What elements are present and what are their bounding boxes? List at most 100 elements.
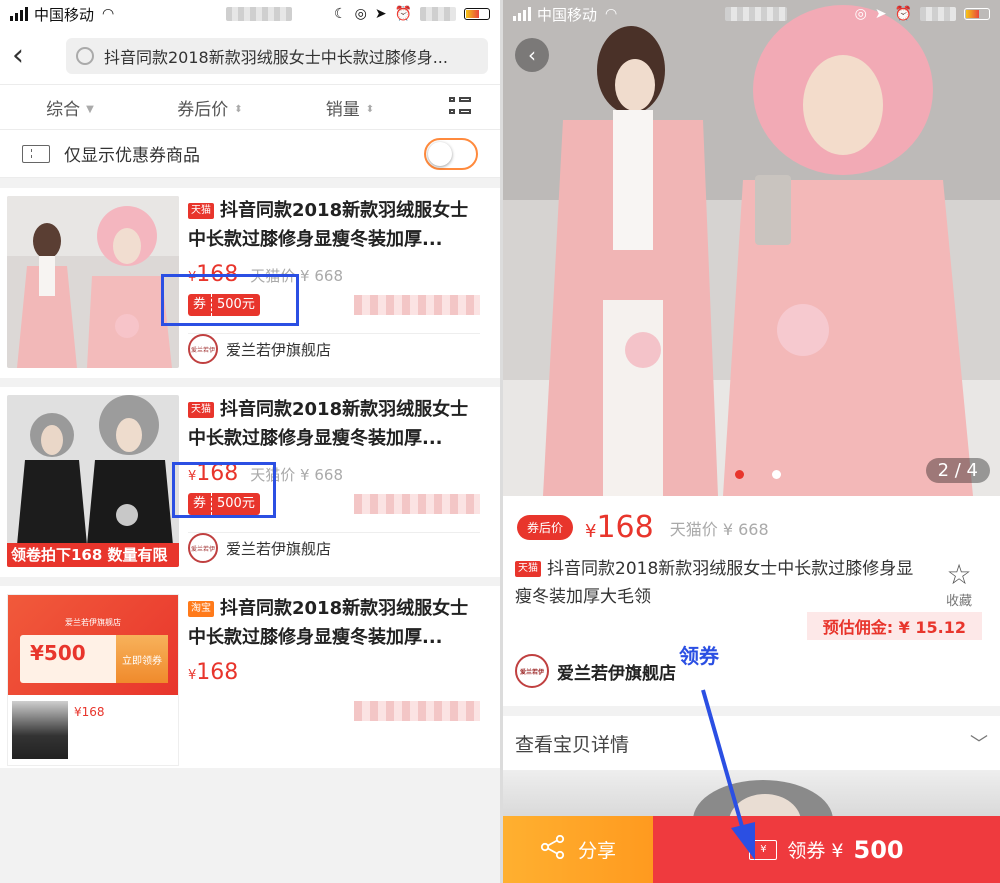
search-input[interactable]: 抖音同款2018新款羽绒服女士中长款过膝修身... [66, 38, 488, 74]
share-icon [540, 834, 566, 864]
chevron-down-icon: ﹀ [970, 734, 988, 755]
shop-logo: 爱兰若伊 [515, 654, 549, 688]
search-header: ‹ 抖音同款2018新款羽绒服女士中长款过膝修身... [0, 28, 500, 84]
shop-name: 爱兰若伊旗舰店 [557, 663, 676, 684]
coupon-filter-toggle[interactable] [424, 137, 478, 170]
product-gallery[interactable] [503, 0, 1000, 496]
shop-logo: 爱兰若伊 [188, 334, 218, 364]
shop-name: 爱兰若伊旗舰店 [226, 539, 332, 558]
product-title: 天猫 抖音同款2018新款羽绒服女士中长款过膝修身显瘦冬装加厚... [188, 200, 469, 250]
coupon-highlight-box [172, 462, 276, 518]
list-view-icon [449, 97, 471, 117]
sort-updown-icon: ⬍ [365, 104, 375, 115]
battery-icon [464, 8, 490, 20]
coupon-filter-row: 仅显示优惠券商品 [0, 130, 500, 178]
shop-link[interactable]: 爱兰若伊 爱兰若伊旗舰店 [188, 533, 331, 563]
coupon-icon [22, 144, 50, 163]
promo-banner: 领卷拍下168 数量有限 [7, 543, 179, 567]
detail-price: ¥168 [585, 510, 654, 545]
search-icon [76, 47, 94, 65]
sort-label: 综合 [46, 99, 81, 120]
platform-badge: 天猫 [188, 203, 214, 219]
battery-icon [964, 8, 990, 20]
wifi-icon: ◠ [605, 6, 618, 22]
product-detail-screen: 中国移动 ◠ ◎ ➤ ⏰ ‹ 2 / 4 券后价 ¥168 天猫价 ¥ 668 … [503, 0, 1000, 883]
sort-tab-sales[interactable]: 销量 ⬍ [280, 95, 420, 120]
rotation-lock-icon: ◎ [854, 6, 867, 22]
claim-label: 领券 ¥ [787, 840, 844, 862]
status-bar: 中国移动 ◠ ☾ ◎ ➤ ⏰ [0, 0, 500, 28]
shop-link[interactable]: 爱兰若伊 爱兰若伊旗舰店 [188, 334, 331, 364]
section-divider [503, 706, 1000, 716]
alarm-icon: ⏰ [894, 6, 912, 22]
shop-name: 爱兰若伊旗舰店 [226, 340, 332, 359]
sort-label: 券后价 [177, 99, 229, 120]
rotation-lock-icon: ◎ [354, 6, 367, 22]
promo-price: ¥168 [74, 705, 105, 719]
coupon-promo-image: 爱兰若伊旗舰店 ¥500 立即领券 ¥168 [7, 594, 179, 766]
blurred-time [725, 7, 787, 21]
location-icon: ➤ [374, 6, 387, 22]
favorite-label: 收藏 [945, 594, 972, 609]
wifi-icon: ◠ [102, 6, 115, 22]
product-price: ¥168 [188, 660, 239, 685]
blurred-battery-pct [920, 7, 956, 21]
back-button[interactable]: ‹ [515, 38, 549, 72]
product-title: 淘宝 抖音同款2018新款羽绒服女士中长款过膝修身显瘦冬装加厚... [188, 598, 469, 648]
share-button[interactable]: 分享 [503, 816, 653, 883]
coupon-icon: ¥ [749, 839, 778, 860]
product-image [7, 196, 179, 368]
platform-badge: 天猫 [188, 402, 214, 418]
promo-thumbnail [12, 701, 68, 759]
view-details-label: 查看宝贝详情 [515, 733, 630, 756]
carrier-label: 中国移动 [34, 5, 95, 24]
alarm-icon: ⏰ [394, 6, 412, 22]
product-image: 领卷拍下168 数量有限 [7, 395, 179, 567]
tmall-price: 天猫价 ¥ 668 [669, 519, 769, 539]
after-coupon-badge: 券后价 [517, 515, 574, 540]
moon-icon: ☾ [334, 6, 347, 22]
signal-icon [10, 7, 28, 21]
back-button[interactable]: ‹ [12, 41, 42, 71]
product-title: 天猫 抖音同款2018新款羽绒服女士中长款过膝修身显瘦冬装加厚... [188, 399, 469, 449]
sort-bar: 综合 ▼ 券后价 ⬍ 销量 ⬍ [0, 84, 500, 130]
sort-tab-comprehensive[interactable]: 综合 ▼ [0, 95, 140, 120]
sort-tab-price[interactable]: 券后价 ⬍ [140, 95, 280, 120]
coupon-highlight-box [161, 274, 299, 326]
shop-link[interactable]: 爱兰若伊 爱兰若伊旗舰店 [515, 654, 676, 688]
view-details-row[interactable]: 查看宝贝详情 ﹀ [503, 716, 1000, 770]
detail-image-preview [503, 770, 1000, 820]
dot [772, 470, 781, 479]
location-icon: ➤ [874, 6, 887, 22]
promo-amount: ¥500 [30, 641, 86, 665]
caret-down-icon: ▼ [86, 104, 94, 115]
commission-badge: 预估佣金: ¥ 15.12 [806, 612, 982, 640]
platform-badge: 天猫 [515, 561, 541, 577]
shop-logo: 爱兰若伊 [188, 533, 218, 563]
blurred-battery-pct [420, 7, 456, 21]
star-icon: ☆ [946, 558, 972, 591]
claim-amount: 500 [853, 835, 904, 864]
blurred-commission [354, 295, 480, 315]
blurred-time [226, 7, 292, 21]
annotation-label: 领券 [679, 644, 719, 668]
layout-toggle-button[interactable] [420, 97, 500, 117]
coupon-filter-label: 仅显示优惠券商品 [64, 146, 200, 166]
blurred-commission [354, 494, 480, 514]
claim-coupon-button[interactable]: ¥ 领券 ¥ 500 [653, 816, 1000, 883]
gallery-page-indicator: 2 / 4 [925, 458, 990, 483]
share-label: 分享 [577, 840, 616, 862]
search-query: 抖音同款2018新款羽绒服女士中长款过膝修身... [104, 48, 448, 67]
favorite-button[interactable]: ☆ 收藏 [945, 558, 972, 610]
product-card[interactable]: 爱兰若伊旗舰店 ¥500 立即领券 ¥168 淘宝 抖音同款2018新款羽绒服女士… [0, 586, 500, 768]
detail-title: 天猫 抖音同款2018新款羽绒服女士中长款过膝修身显瘦冬装加厚大毛领 [515, 559, 914, 607]
dot-active [735, 470, 744, 479]
carrier-label: 中国移动 [537, 5, 598, 24]
sort-updown-icon: ⬍ [234, 104, 243, 115]
platform-badge: 淘宝 [188, 601, 214, 617]
action-bar: 分享 ¥ 领券 ¥ 500 [503, 816, 1000, 883]
promo-shop-name: 爱兰若伊旗舰店 [65, 618, 121, 627]
search-results-screen: 中国移动 ◠ ☾ ◎ ➤ ⏰ ‹ 抖音同款2018新款羽绒服女士中长款过膝修身.… [0, 0, 500, 883]
gallery-dots [735, 470, 781, 479]
sort-label: 销量 [325, 99, 360, 120]
